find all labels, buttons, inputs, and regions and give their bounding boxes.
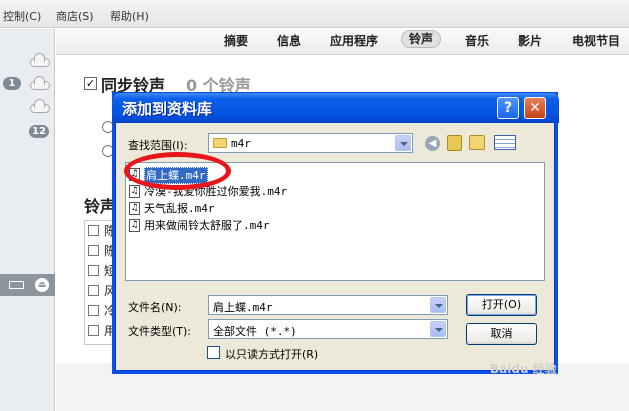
filename-value: 肩上蝶.m4r xyxy=(213,301,273,314)
back-icon[interactable]: ◀ xyxy=(425,136,440,151)
filetype-dropdown[interactable]: 全部文件 (*.*) xyxy=(208,319,448,339)
tab-apps[interactable]: 应用程序 xyxy=(330,32,378,49)
music-file-icon: ♫ xyxy=(129,185,140,198)
sync-selected-radio[interactable] xyxy=(102,145,114,157)
sidebar: 1 12 ⏏ xyxy=(0,29,55,411)
annotation-circle xyxy=(124,152,231,190)
ringtones-section-title: 铃声 xyxy=(84,197,117,216)
close-icon: ✕ xyxy=(529,100,541,116)
menu-store[interactable]: 商店(S) xyxy=(56,8,94,24)
add-to-library-dialog: 添加到资料库 ? ✕ 查找范围(I): m4r ◀ ♫ 肩上蝶.m4r ♫ 冷漠… xyxy=(113,93,559,371)
menu-bar: 控制(C) 商店(S) 帮助(H) xyxy=(0,0,629,28)
tab-movies[interactable]: 影片 xyxy=(518,32,542,49)
file-name: 用来做闹铃太舒服了.m4r xyxy=(144,219,270,232)
ringtone-checkbox[interactable] xyxy=(88,225,99,236)
menu-controls[interactable]: 控制(C) xyxy=(3,8,41,24)
cloud-icon xyxy=(30,53,50,67)
battery-icon xyxy=(9,281,24,289)
tab-info[interactable]: 信息 xyxy=(277,32,301,49)
eject-icon[interactable]: ⏏ xyxy=(35,278,49,292)
music-file-icon: ♫ xyxy=(129,219,140,232)
tab-ringtones[interactable]: 铃声 xyxy=(401,30,442,48)
dialog-titlebar[interactable]: 添加到资料库 ? ✕ xyxy=(113,93,559,123)
help-button[interactable]: ? xyxy=(497,97,519,119)
tab-music[interactable]: 音乐 xyxy=(465,32,489,49)
lookin-value: m4r xyxy=(231,137,251,150)
chevron-down-icon[interactable] xyxy=(395,135,411,151)
chevron-down-icon[interactable] xyxy=(430,321,446,337)
chevron-down-icon[interactable] xyxy=(430,297,446,313)
count-badge: 1 xyxy=(3,77,21,90)
menu-help[interactable]: 帮助(H) xyxy=(110,8,149,24)
filetype-value: 全部文件 (*.*) xyxy=(213,325,297,338)
cloud-icon xyxy=(30,76,50,90)
tab-summary[interactable]: 摘要 xyxy=(224,32,248,49)
new-folder-icon[interactable] xyxy=(469,135,485,150)
ringtone-checkbox[interactable] xyxy=(88,265,99,276)
watermark: Baidu 经验 xyxy=(490,362,557,376)
up-folder-icon[interactable] xyxy=(447,135,462,151)
music-file-icon: ♫ xyxy=(129,202,140,215)
filetype-label: 文件类型(T): xyxy=(128,325,192,338)
view-menu-icon[interactable] xyxy=(494,135,516,150)
device-status-bar: ⏏ xyxy=(0,274,55,296)
device-tabs: 摘要 信息 应用程序 铃声 音乐 影片 电视节目 xyxy=(56,29,629,55)
sync-checkbox[interactable]: ✓ xyxy=(84,77,97,90)
filename-field[interactable]: 肩上蝶.m4r xyxy=(208,295,448,315)
cancel-button[interactable]: 取消 xyxy=(466,323,537,345)
readonly-label: 以只读方式打开(R) xyxy=(225,348,319,361)
file-name: 天气乱报.m4r xyxy=(144,202,215,215)
open-button[interactable]: 打开(O) xyxy=(466,294,537,316)
folder-icon xyxy=(213,138,227,148)
close-button[interactable]: ✕ xyxy=(524,97,546,119)
cloud-icon xyxy=(30,99,50,113)
lookin-label: 查找范围(I): xyxy=(128,139,188,152)
ringtone-checkbox[interactable] xyxy=(88,245,99,256)
count-badge: 12 xyxy=(29,125,49,138)
ringtone-checkbox[interactable] xyxy=(88,325,99,336)
ringtone-checkbox[interactable] xyxy=(88,305,99,316)
ringtone-checkbox[interactable] xyxy=(88,285,99,296)
readonly-checkbox[interactable] xyxy=(207,346,220,359)
dialog-title: 添加到资料库 xyxy=(122,100,213,118)
tab-tv-shows[interactable]: 电视节目 xyxy=(572,32,620,49)
lookin-dropdown[interactable]: m4r xyxy=(208,133,413,153)
filename-label: 文件名(N): xyxy=(128,301,182,314)
